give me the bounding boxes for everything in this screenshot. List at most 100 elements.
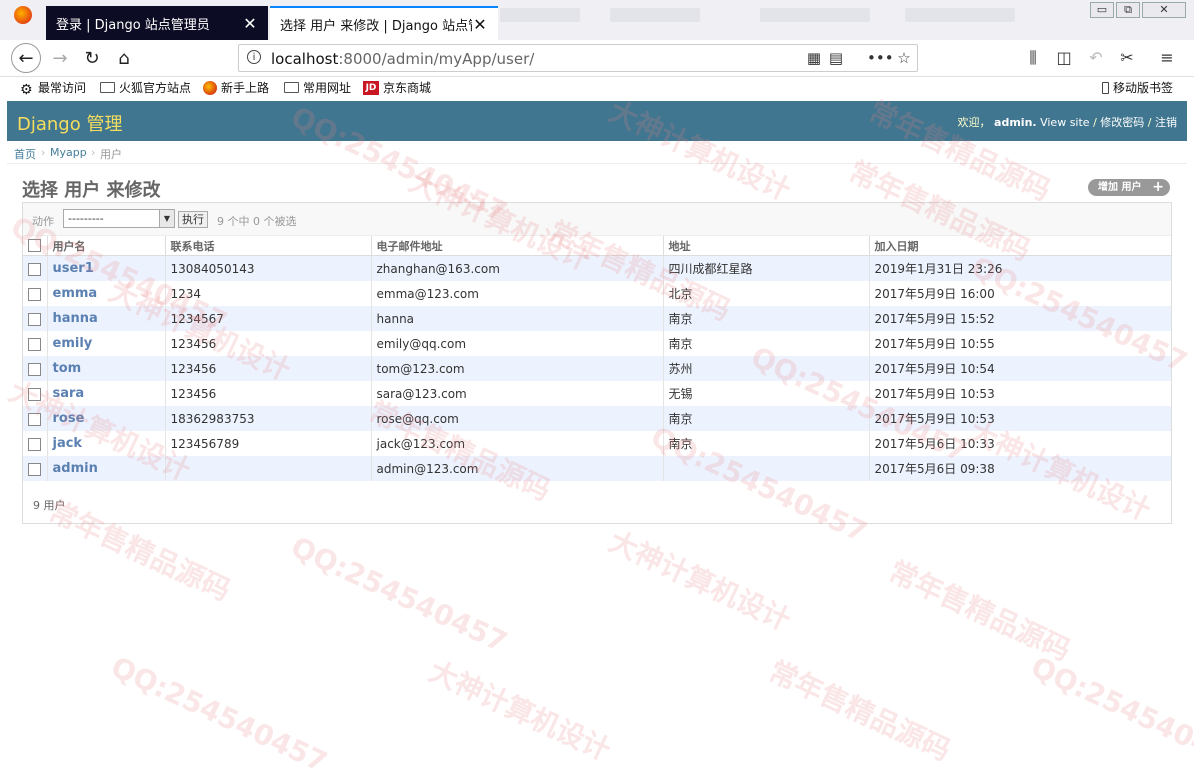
row-checkbox-cell [23,306,47,331]
select-all-checkbox[interactable] [28,239,41,253]
username-link[interactable]: emily [46,331,165,356]
site-info-icon[interactable]: i [247,50,261,64]
row-checkbox[interactable] [28,287,41,301]
address-cell: 南京 [662,406,869,431]
add-button-label: 增加 用户 [1098,182,1142,193]
phone-cell: 123456 [164,381,371,406]
minimize-button[interactable]: ▭ [1090,2,1114,18]
bookmark-label: 新手上路 [221,81,270,95]
bookmark-label: 京东商城 [383,81,432,95]
admin-header: Django 管理 欢迎， admin. View site / 修改密码 / … [7,101,1187,141]
breadcrumb-current: 用户 [100,148,122,161]
site-branding[interactable]: Django 管理 [17,110,122,136]
menu-icon[interactable]: ≡ [1156,48,1178,68]
row-checkbox[interactable] [28,412,41,426]
username-link[interactable]: jack [46,431,165,456]
username-link[interactable]: user1 [46,255,165,281]
table-row: emma 1234 emma@123.com 北京 2017年5月9日 16:00 [23,281,1171,306]
address-cell: 南京 [662,331,869,356]
logout-link[interactable]: 注销 [1155,116,1177,129]
row-checkbox[interactable] [28,337,41,351]
bookmark-most-visited[interactable]: ⚙ 最常访问 [20,79,87,98]
reader-view-icon[interactable]: ▤ [827,49,845,67]
username-link[interactable]: rose [46,406,165,431]
username-link[interactable]: tom [46,356,165,381]
bookmark-jd[interactable]: JD 京东商城 [363,79,431,96]
phone-cell [164,456,371,481]
tab-user-changelist[interactable]: 选择 用户 来修改 | Django 站点管 ✕ [270,6,498,40]
column-header-email[interactable]: 电子邮件地址 [370,236,663,256]
row-checkbox-cell [23,356,47,381]
mobile-icon [1102,81,1109,94]
sidebar-icon[interactable]: ◫ [1053,48,1075,68]
background-tab-placeholder [500,8,580,22]
forward-button[interactable]: → [46,45,74,73]
watermark-text: 常年售精品源码 [763,654,956,768]
go-button[interactable]: 执行 [178,211,208,228]
username-link[interactable]: emma [46,281,165,306]
column-header-date-joined[interactable]: 加入日期 [868,236,1171,256]
folder-icon [100,82,115,93]
home-button[interactable]: ⌂ [110,45,138,73]
firefox-menu-icon[interactable] [14,6,32,24]
add-user-button[interactable]: 增加 用户 + [1088,179,1170,196]
separator: / [1147,116,1152,129]
change-password-link[interactable]: 修改密码 [1100,116,1144,129]
username-link[interactable]: sara [46,381,165,406]
tab-login[interactable]: 登录 | Django 站点管理员 ✕ [46,6,268,40]
bookmark-firefox-official[interactable]: 火狐官方站点 [100,79,191,96]
bookmark-label: 最常访问 [38,81,87,95]
column-header-username[interactable]: 用户名 [46,236,165,256]
view-site-link[interactable]: View site [1040,116,1089,129]
breadcrumb: 首页 › Myapp › 用户 [7,141,1187,164]
undo-icon[interactable]: ↶ [1085,48,1107,68]
actions-label: 动作 [32,215,54,228]
row-checkbox[interactable] [28,362,41,376]
table-header-row: 用户名 联系电话 电子邮件地址 地址 加入日期 [23,236,1171,256]
column-header-address[interactable]: 地址 [662,236,869,256]
library-icon[interactable]: ⫼ [1022,48,1044,68]
close-icon[interactable]: ✕ [242,14,258,33]
user-tools: 欢迎， admin. View site / 修改密码 / 注销 [958,114,1177,130]
back-button[interactable]: ← [11,43,41,73]
separator: / [1093,116,1097,129]
qr-code-icon[interactable]: ▦ [805,49,823,67]
watermark-text: QQ:254540457 [1026,650,1194,779]
url-text[interactable]: localhost:8000/admin/myApp/user/ [271,50,534,68]
phone-cell: 18362983753 [164,406,371,431]
watermark-text: QQ:254540457 [286,530,513,659]
breadcrumb-home[interactable]: 首页 [14,146,36,162]
phone-cell: 123456 [164,356,371,381]
screenshot-icon[interactable]: ✂ [1116,48,1138,68]
row-checkbox[interactable] [28,312,41,326]
date-joined-cell: 2017年5月9日 10:53 [868,381,1171,406]
firefox-icon [203,80,217,95]
phone-cell: 123456789 [164,431,371,456]
breadcrumb-app[interactable]: Myapp [50,146,87,159]
row-checkbox[interactable] [28,387,41,401]
maximize-button[interactable]: ⧉ [1116,2,1140,18]
bookmark-getting-started[interactable]: 新手上路 [203,79,269,96]
column-header-phone[interactable]: 联系电话 [164,236,371,256]
address-cell: 苏州 [662,356,869,381]
row-checkbox[interactable] [28,462,41,476]
more-actions-icon[interactable]: ••• [867,49,894,67]
username-link[interactable]: hanna [46,306,165,331]
welcome-text: 欢迎， [957,116,991,129]
select-all-checkbox-cell [23,236,47,256]
email-cell: sara@123.com [370,381,663,406]
folder-icon [284,82,299,93]
address-bar[interactable]: i localhost:8000/admin/myApp/user/ ▦ ▤ •… [238,44,918,72]
action-select[interactable]: --------- ▼ [63,209,175,228]
window-close-button[interactable]: ✕ [1142,2,1186,18]
bookmark-star-icon[interactable]: ☆ [895,49,913,67]
bookmark-mobile[interactable]: 移动版书签 [1102,79,1173,96]
row-checkbox[interactable] [28,437,41,451]
bookmark-common-sites[interactable]: 常用网址 [284,79,351,96]
row-checkbox[interactable] [28,262,41,276]
reload-button[interactable]: ↻ [78,45,106,73]
close-icon[interactable]: ✕ [472,15,488,34]
row-checkbox-cell [23,331,47,356]
username-link[interactable]: admin [46,456,165,481]
address-cell: 北京 [662,281,869,306]
